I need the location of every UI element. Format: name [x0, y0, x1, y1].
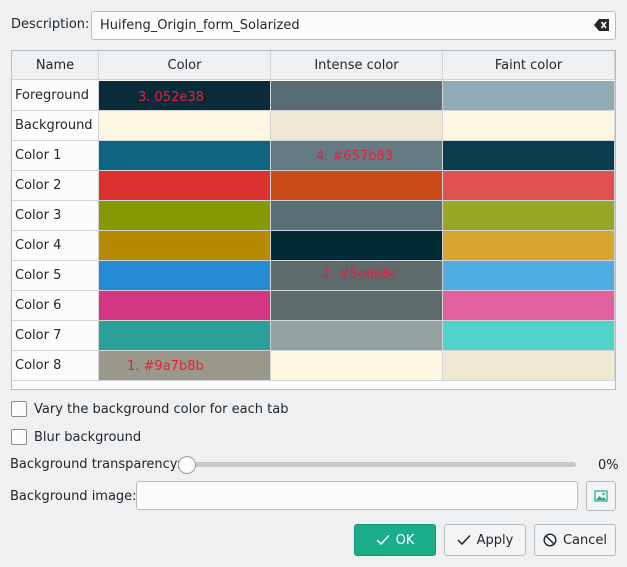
annotation-4: 4. #657b83	[316, 149, 394, 164]
header-intense-color[interactable]: Intense color	[271, 51, 443, 80]
transparency-slider-handle[interactable]	[178, 456, 196, 474]
row-name: Color 5	[12, 261, 99, 291]
swatch-color[interactable]	[99, 201, 271, 231]
swatch-faint-color[interactable]	[443, 201, 615, 231]
transparency-value: 0%	[598, 458, 619, 473]
table-row[interactable]: Foreground	[12, 81, 615, 111]
table-row[interactable]: Color 3	[12, 201, 615, 231]
swatch-faint-color[interactable]	[443, 351, 615, 381]
swatch-intense-color[interactable]	[271, 291, 443, 321]
swatch-faint-color[interactable]	[443, 321, 615, 351]
table-row[interactable]: Color 4	[12, 231, 615, 261]
swatch-intense-color[interactable]	[271, 171, 443, 201]
swatch-color[interactable]	[99, 291, 271, 321]
swatch-intense-color[interactable]	[271, 201, 443, 231]
apply-button-label: Apply	[476, 532, 514, 548]
swatch-faint-color[interactable]	[443, 171, 615, 201]
annotation-1: 1. #9a7b8b	[127, 359, 204, 374]
blur-background-checkbox[interactable]	[11, 429, 27, 445]
swatch-color[interactable]	[99, 111, 271, 141]
description-label: Description:	[11, 17, 90, 32]
ok-button-label: OK	[395, 532, 415, 548]
swatch-faint-color[interactable]	[443, 111, 615, 141]
row-name: Color 7	[12, 321, 99, 351]
table-row[interactable]: Color 6	[12, 291, 615, 321]
swatch-intense-color[interactable]	[271, 351, 443, 381]
row-name: Color 2	[12, 171, 99, 201]
vary-background-option[interactable]: Vary the background color for each tab	[11, 401, 288, 417]
row-name: Foreground	[12, 81, 99, 111]
swatch-color[interactable]	[99, 231, 271, 261]
row-name: Color 6	[12, 291, 99, 321]
cancel-icon	[543, 533, 557, 547]
swatch-color[interactable]	[99, 141, 271, 171]
row-name: Color 1	[12, 141, 99, 171]
swatch-faint-color[interactable]	[443, 261, 615, 291]
background-image-input[interactable]	[136, 481, 578, 510]
table-row[interactable]: Color 8	[12, 351, 615, 381]
blur-background-option[interactable]: Blur background	[11, 429, 141, 445]
description-value: Huifeng_Origin_form_Solarized	[100, 18, 300, 33]
swatch-faint-color[interactable]	[443, 141, 615, 171]
table-row[interactable]: Color 2	[12, 171, 615, 201]
swatch-color[interactable]	[99, 261, 271, 291]
image-picker-icon	[594, 490, 608, 502]
backspace-clear-icon[interactable]	[594, 18, 610, 32]
swatch-faint-color[interactable]	[443, 81, 615, 111]
header-faint-color[interactable]: Faint color	[443, 51, 615, 80]
ok-button[interactable]: OK	[354, 524, 436, 556]
apply-button[interactable]: Apply	[444, 524, 526, 556]
transparency-slider-track[interactable]	[185, 462, 576, 467]
color-scheme-table[interactable]: Name Color Intense color Faint color For…	[11, 50, 616, 390]
vary-background-label: Vary the background color for each tab	[34, 401, 289, 417]
header-color[interactable]: Color	[99, 51, 271, 80]
swatch-faint-color[interactable]	[443, 291, 615, 321]
row-name: Color 3	[12, 201, 99, 231]
cancel-button-label: Cancel	[562, 532, 608, 548]
vary-background-checkbox[interactable]	[11, 401, 27, 417]
row-name: Color 8	[12, 351, 99, 381]
annotation-2: 2. #5e6b6c	[322, 267, 398, 282]
row-name: Background	[12, 111, 99, 141]
transparency-label: Background transparency:	[10, 457, 181, 472]
swatch-color[interactable]	[99, 321, 271, 351]
swatch-color[interactable]	[99, 171, 271, 201]
table-row[interactable]: Color 7	[12, 321, 615, 351]
check-icon	[376, 534, 390, 546]
swatch-intense-color[interactable]	[271, 231, 443, 261]
table-row[interactable]: Background	[12, 111, 615, 141]
table-row[interactable]: Color 1	[12, 141, 615, 171]
annotation-3: 3. 052e38	[138, 90, 204, 105]
swatch-intense-color[interactable]	[271, 81, 443, 111]
header-name[interactable]: Name	[12, 51, 99, 80]
swatch-intense-color[interactable]	[271, 111, 443, 141]
background-image-label: Background image:	[10, 489, 137, 504]
swatch-intense-color[interactable]	[271, 321, 443, 351]
swatch-faint-color[interactable]	[443, 231, 615, 261]
blur-background-label: Blur background	[34, 429, 142, 445]
description-input[interactable]: Huifeng_Origin_form_Solarized	[91, 11, 616, 40]
row-name: Color 4	[12, 231, 99, 261]
background-image-button[interactable]	[586, 481, 616, 511]
cancel-button[interactable]: Cancel	[534, 524, 616, 556]
table-row[interactable]: Color 5	[12, 261, 615, 291]
check-icon	[457, 534, 471, 546]
